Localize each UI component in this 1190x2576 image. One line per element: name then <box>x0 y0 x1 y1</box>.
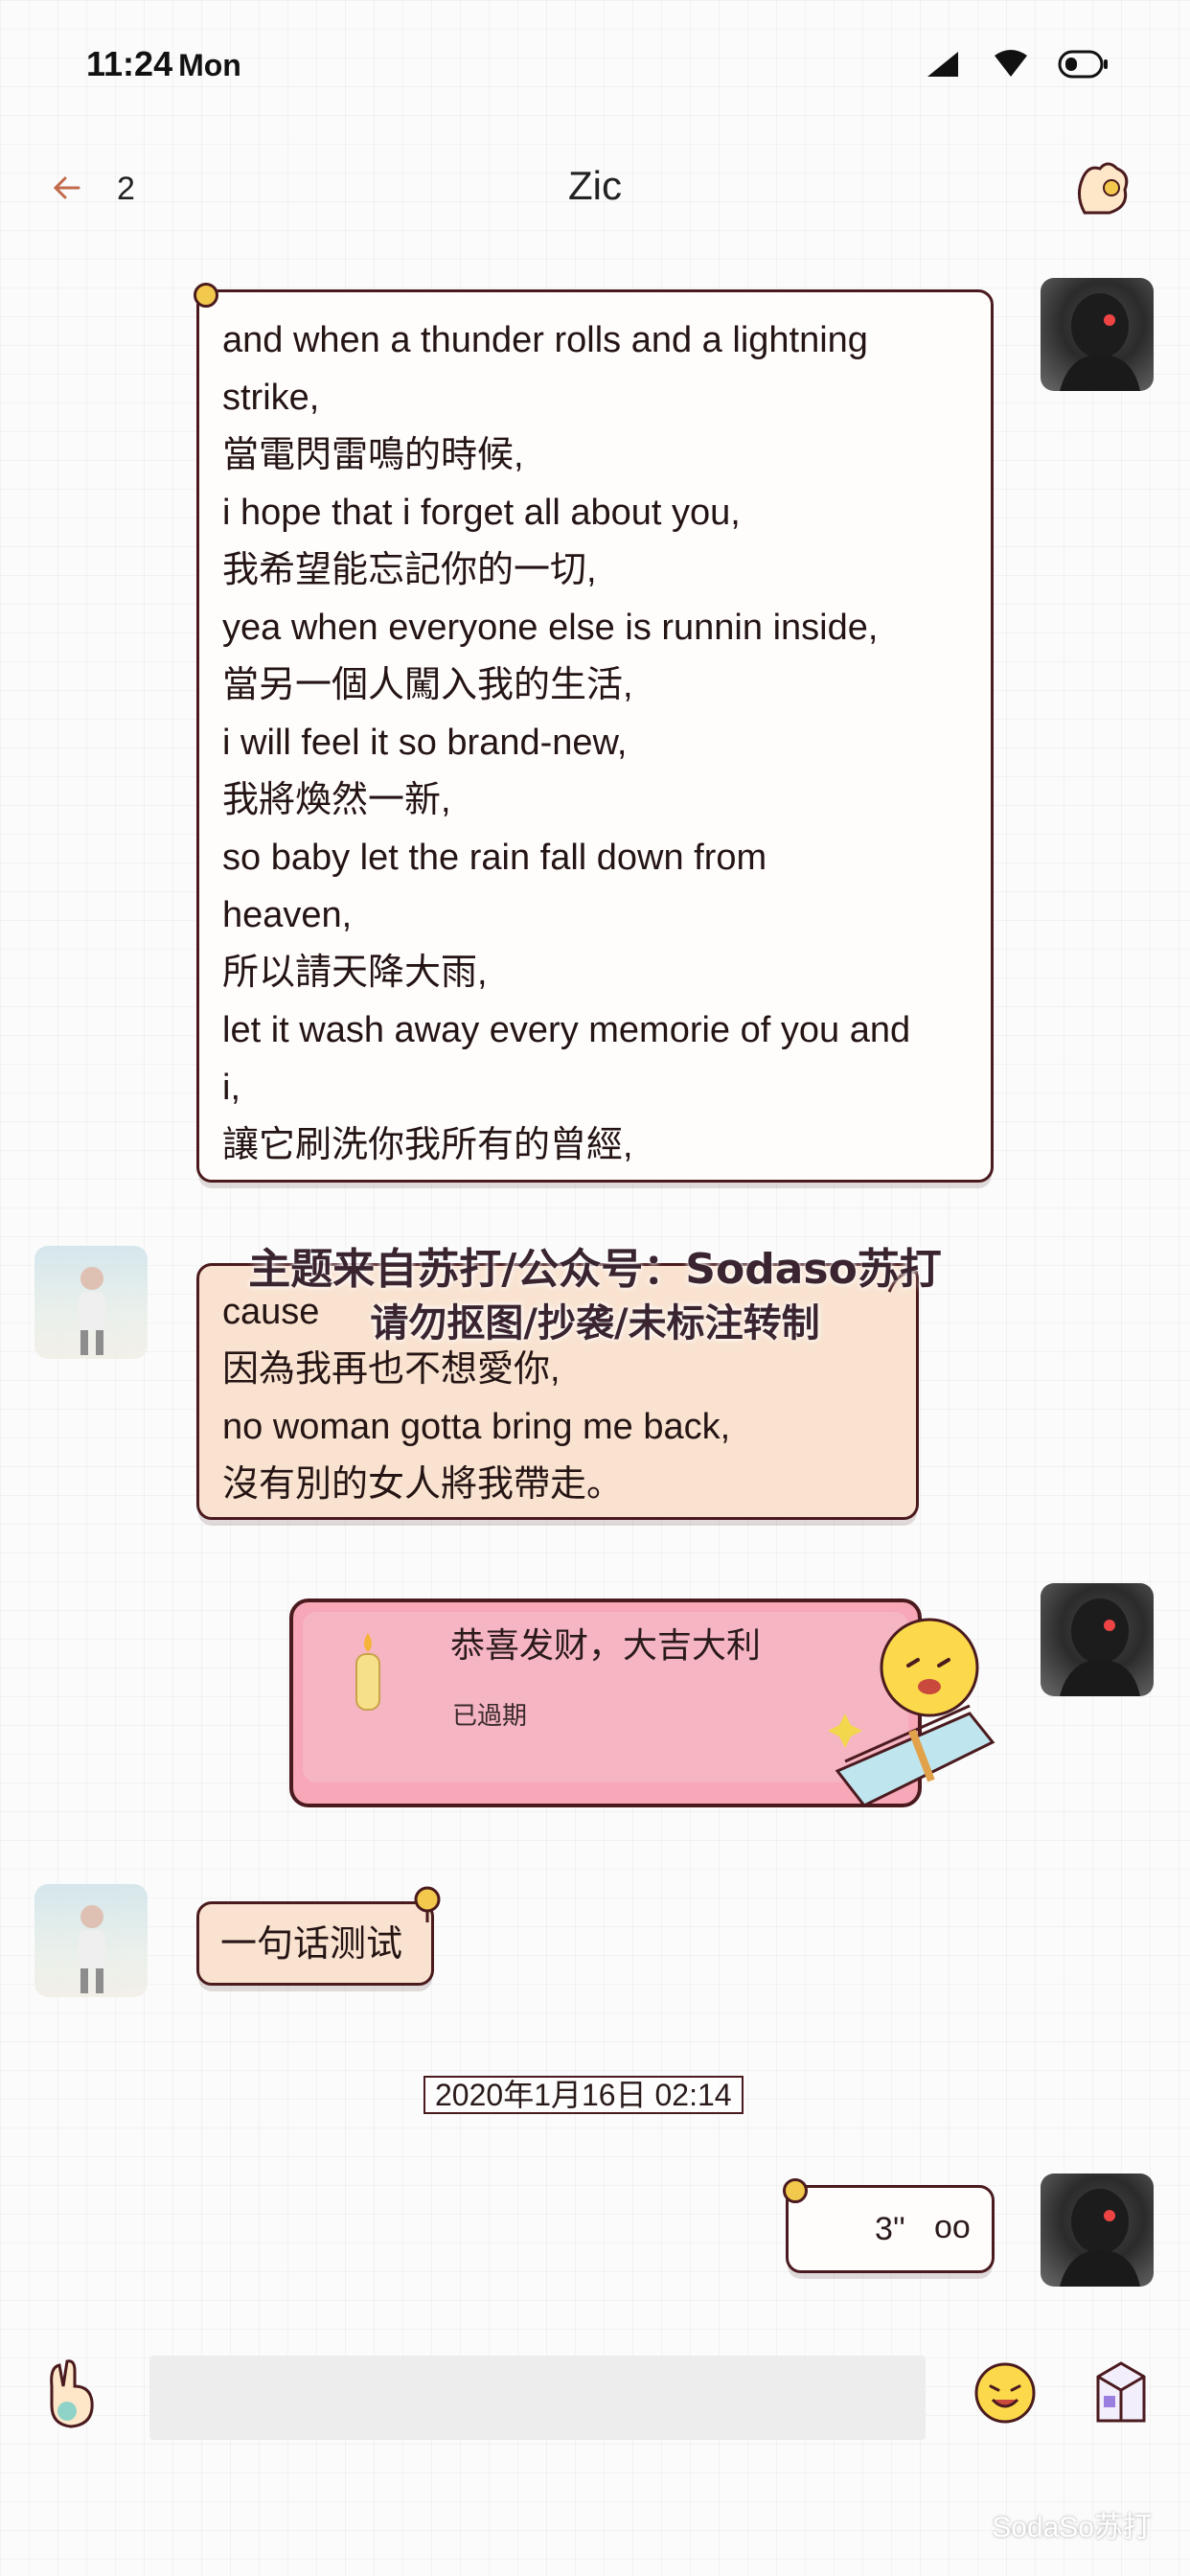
voice-duration: 3'' <box>875 2211 905 2247</box>
money-stack-emoji-icon <box>828 1618 995 1807</box>
flower-sticker-icon <box>414 1886 441 1922</box>
message-timestamp: 2020年1月16日 02:14 <box>423 2076 744 2114</box>
lyric-line: let it wash away every memorie of you an… <box>222 1010 911 1050</box>
lyric-line: i hope that i forget all about you, <box>222 493 741 533</box>
message-input[interactable] <box>149 2356 926 2440</box>
avatar-figure-icon <box>1060 2189 1140 2287</box>
contact-avatar[interactable] <box>34 1884 148 1997</box>
red-packet-title: 恭喜发财，大吉大利 <box>450 1625 762 1665</box>
my-avatar[interactable] <box>1041 2174 1154 2287</box>
status-time-clock: 11:24 <box>86 44 173 83</box>
battery-icon <box>1058 50 1108 79</box>
lyric-line: no woman gotta bring me back, <box>222 1407 731 1447</box>
lyric-line: heaven, <box>222 895 353 935</box>
voice-message-bubble[interactable]: 3'' oo <box>783 2178 995 2273</box>
short-in-bubble[interactable]: 一句话测试 <box>196 1901 434 1986</box>
message-text: 一句话测试 <box>220 1924 403 1965</box>
hand-emoji-icon[interactable] <box>42 2358 100 2430</box>
lyric-line: 我希望能忘記你的一切, <box>222 550 597 590</box>
lyric-line: 所以請天降大雨, <box>222 953 488 993</box>
lyric-line: 沒有別的女人將我帶走。 <box>222 1464 624 1505</box>
watermark-line-2: 请勿抠图/抄袭/未标注转制 <box>370 1301 820 1346</box>
brand-watermark: SodaSo苏打 <box>992 2512 1152 2543</box>
emoji-face-icon[interactable] <box>973 2361 1037 2425</box>
lyric-line: 讓它刷洗你我所有的曾經, <box>222 1125 633 1165</box>
lyric-line: 當另一個人闖入我的生活, <box>222 665 633 705</box>
avatar-figure-icon <box>79 1905 105 1993</box>
status-time: 11:24 Mon <box>86 44 241 84</box>
avatar-figure-icon <box>1060 293 1140 391</box>
red-packet-status: 已過期 <box>452 1701 528 1730</box>
my-avatar[interactable] <box>1041 278 1154 391</box>
lyric-line: 當電閃雷鳴的時候, <box>222 435 524 475</box>
milk-box-icon[interactable] <box>1088 2358 1152 2426</box>
chat-title: Zic <box>568 163 622 208</box>
status-day: Mon <box>178 48 241 82</box>
lyric-line: and when a thunder rolls and a lightning <box>222 320 868 360</box>
lyric-line: 因為我再也不想愛你, <box>222 1349 561 1390</box>
lyric-line: 我將煥然一新, <box>222 780 451 820</box>
lyrics-out-bubble[interactable]: and when a thunder rolls and a lightning… <box>194 283 994 1183</box>
signal-icon <box>927 52 958 77</box>
pin-icon <box>194 283 218 308</box>
watermark-line-1: 主题来自苏打/公众号：Sodaso苏打 <box>248 1245 942 1294</box>
lyric-line: strike, <box>222 378 320 418</box>
lyric-line: i, <box>222 1068 240 1108</box>
my-avatar[interactable] <box>1041 1583 1154 1696</box>
pin-icon <box>783 2178 808 2203</box>
avatar-figure-icon <box>1060 1598 1140 1696</box>
chat-info-icon[interactable] <box>1071 157 1134 220</box>
voice-wave-icon: oo <box>934 2209 971 2245</box>
wifi-icon <box>995 50 1027 77</box>
lyric-line: i will feel it so brand-new, <box>222 723 628 763</box>
lyric-line: so baby let the rain fall down from <box>222 838 767 878</box>
candle-icon <box>355 1633 380 1711</box>
lyric-line: yea when everyone else is runnin inside, <box>222 608 879 648</box>
